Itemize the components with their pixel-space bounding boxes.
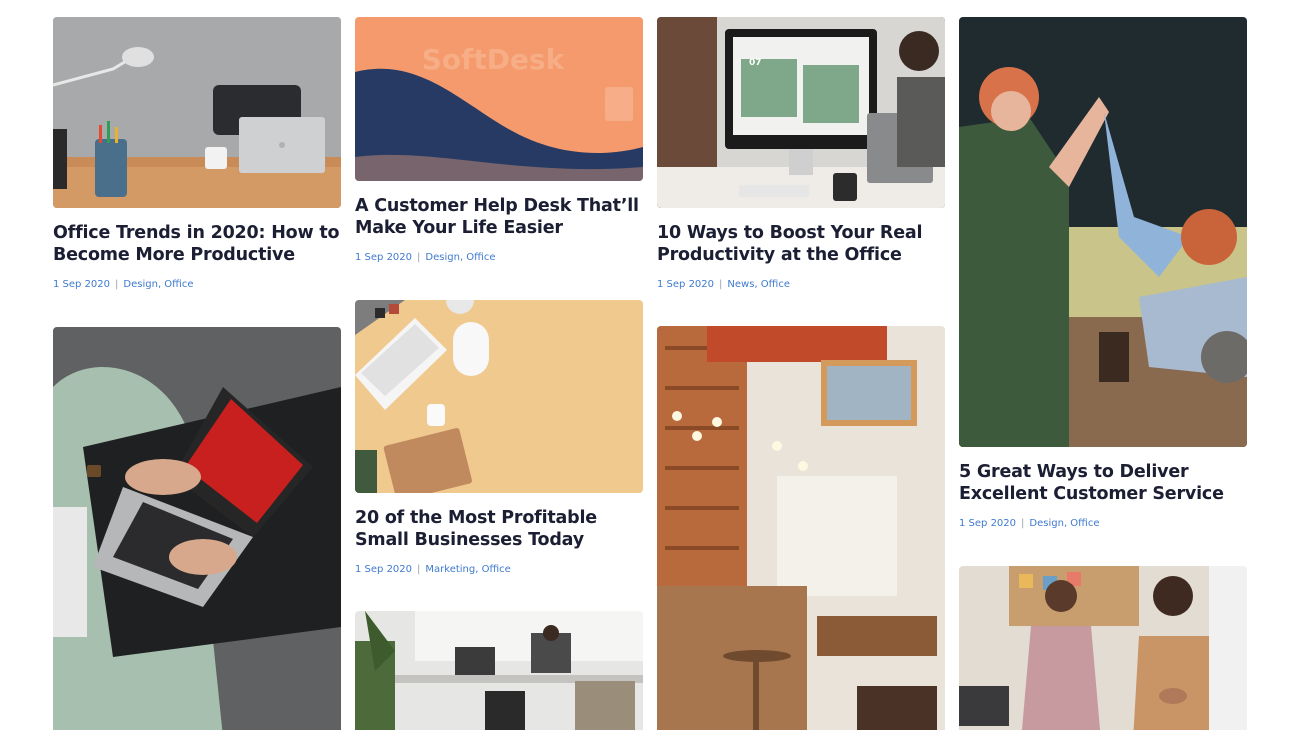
- post-title[interactable]: A Customer Help Desk That’ll Make Your L…: [355, 195, 643, 239]
- softdesk-banner-image: SoftDesk: [355, 17, 643, 181]
- category-link[interactable]: Design: [425, 252, 460, 263]
- post-date: 1 Sep 2020: [355, 252, 413, 263]
- post-thumbnail[interactable]: [355, 300, 643, 493]
- post-thumbnail[interactable]: [657, 326, 945, 730]
- handshake-meeting-image: [959, 566, 1247, 730]
- post-card: SoftDesk A Customer Help Desk That’ll Ma…: [355, 17, 643, 263]
- post-thumbnail[interactable]: [959, 17, 1247, 447]
- post-card: 07 10 Ways to Boost Your Real Productivi…: [657, 17, 945, 290]
- post-date: 1 Sep 2020: [53, 279, 111, 290]
- post-card: [959, 566, 1247, 730]
- open-office-image: [355, 611, 643, 730]
- category-link[interactable]: Office: [1070, 518, 1099, 529]
- category-link[interactable]: Design: [1029, 518, 1064, 529]
- post-meta: 1 Sep 2020 | Design, Office: [959, 518, 1100, 529]
- post-meta: 1 Sep 2020 | Design, Office: [53, 279, 194, 290]
- softdesk-watermark-text: SoftDesk: [422, 43, 566, 76]
- post-title[interactable]: 10 Ways to Boost Your Real Productivity …: [657, 222, 945, 266]
- laptop-on-lap-image: [53, 327, 341, 730]
- post-date: 1 Sep 2020: [657, 279, 715, 290]
- desk-lamp-laptop-image: [53, 17, 341, 208]
- post-card: 5 Great Ways to Deliver Excellent Custom…: [959, 17, 1247, 529]
- post-card: [355, 611, 643, 730]
- post-title[interactable]: Office Trends in 2020: How to Become Mor…: [53, 222, 341, 266]
- meta-separator: |: [417, 252, 421, 263]
- category-link[interactable]: Office: [761, 279, 790, 290]
- category-link[interactable]: Design: [123, 279, 158, 290]
- cafe-interior-image: [657, 326, 945, 730]
- screen-number-text: 07: [749, 58, 762, 68]
- post-meta: 1 Sep 2020 | Marketing, Office: [355, 564, 511, 575]
- post-title[interactable]: 5 Great Ways to Deliver Excellent Custom…: [959, 461, 1247, 505]
- category-link[interactable]: News: [727, 279, 754, 290]
- imac-office-image: 07: [657, 17, 945, 208]
- post-date: 1 Sep 2020: [959, 518, 1017, 529]
- post-card: 20 of the Most Profitable Small Business…: [355, 300, 643, 575]
- post-card: [53, 327, 341, 730]
- category-link[interactable]: Marketing: [425, 564, 475, 575]
- post-thumbnail[interactable]: [53, 327, 341, 730]
- meta-separator: |: [719, 279, 723, 290]
- category-link[interactable]: Office: [482, 564, 511, 575]
- post-thumbnail[interactable]: [53, 17, 341, 208]
- meta-separator: |: [417, 564, 421, 575]
- post-title[interactable]: 20 of the Most Profitable Small Business…: [355, 507, 643, 551]
- post-thumbnail[interactable]: [355, 611, 643, 730]
- meta-separator: |: [1021, 518, 1025, 529]
- post-thumbnail[interactable]: [959, 566, 1247, 730]
- category-link[interactable]: Office: [466, 252, 495, 263]
- meta-separator: |: [115, 279, 119, 290]
- post-card: Office Trends in 2020: How to Become Mor…: [53, 17, 341, 290]
- post-meta: 1 Sep 2020 | Design, Office: [355, 252, 496, 263]
- post-thumbnail[interactable]: 07: [657, 17, 945, 208]
- high-five-image: [959, 17, 1247, 447]
- post-thumbnail[interactable]: SoftDesk: [355, 17, 643, 181]
- post-date: 1 Sep 2020: [355, 564, 413, 575]
- post-card: [657, 326, 945, 730]
- keyboard-mouse-desk-image: [355, 300, 643, 493]
- post-meta: 1 Sep 2020 | News, Office: [657, 279, 790, 290]
- category-link[interactable]: Office: [164, 279, 193, 290]
